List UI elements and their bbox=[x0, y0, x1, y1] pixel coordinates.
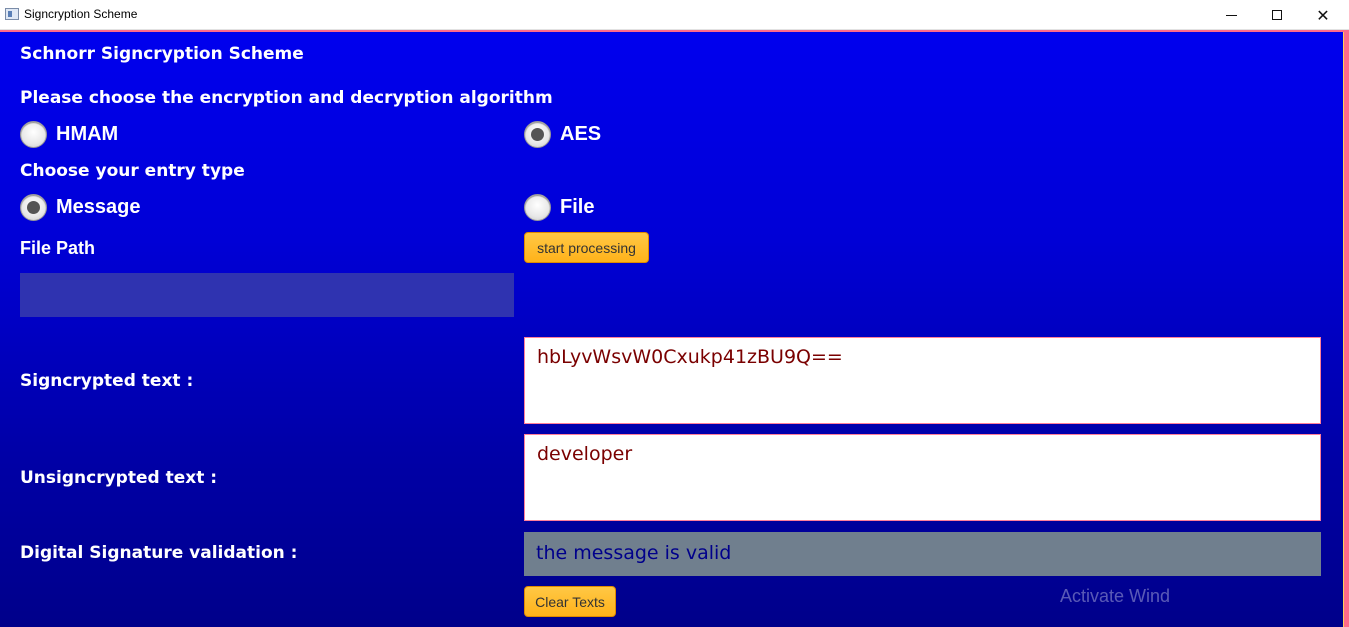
radio-hmam-circle[interactable] bbox=[20, 121, 47, 148]
radio-file-label: File bbox=[560, 196, 595, 218]
activate-windows-watermark: Activate Wind bbox=[1060, 586, 1171, 606]
radio-file[interactable]: File bbox=[524, 194, 594, 221]
validation-label: Digital Signature validation : bbox=[20, 543, 298, 563]
maximize-icon bbox=[1272, 10, 1282, 20]
radio-aes[interactable]: AES bbox=[524, 121, 601, 148]
radio-hmam-label: HMAM bbox=[56, 123, 119, 145]
radio-message-circle[interactable] bbox=[20, 194, 47, 221]
close-button[interactable]: ✕ bbox=[1300, 0, 1346, 30]
window-title: Signcryption Scheme bbox=[24, 7, 138, 21]
maximize-button[interactable] bbox=[1254, 0, 1300, 30]
radio-message-label: Message bbox=[56, 196, 141, 218]
app-icon bbox=[5, 8, 19, 20]
minimize-button[interactable] bbox=[1208, 0, 1254, 30]
signcrypted-label: Signcrypted text : bbox=[20, 371, 194, 391]
radio-file-circle[interactable] bbox=[524, 194, 551, 221]
entry-prompt: Choose your entry type bbox=[20, 161, 245, 181]
algorithm-prompt: Please choose the encryption and decrypt… bbox=[20, 88, 553, 108]
radio-aes-circle[interactable] bbox=[524, 121, 551, 148]
app-panel: Schnorr Signcryption Scheme Please choos… bbox=[0, 30, 1349, 627]
signcrypted-textarea[interactable]: hbLyvWsvW0Cxukp41zBU9Q== bbox=[524, 337, 1321, 424]
file-path-input[interactable] bbox=[20, 273, 514, 317]
radio-aes-label: AES bbox=[560, 123, 602, 145]
start-processing-button[interactable]: start processing bbox=[524, 232, 649, 263]
window-titlebar: Signcryption Scheme ✕ bbox=[0, 0, 1349, 30]
app-heading: Schnorr Signcryption Scheme bbox=[20, 44, 304, 64]
unsigncrypted-label: Unsigncrypted text : bbox=[20, 468, 218, 488]
validation-result-field: the message is valid bbox=[524, 532, 1321, 576]
clear-texts-button[interactable]: Clear Texts bbox=[524, 586, 616, 617]
radio-message[interactable]: Message bbox=[20, 194, 141, 221]
radio-hmam[interactable]: HMAM bbox=[20, 121, 118, 148]
file-path-label: File Path bbox=[20, 238, 96, 258]
minimize-icon bbox=[1225, 14, 1237, 16]
close-icon: ✕ bbox=[1316, 5, 1330, 25]
unsigncrypted-textarea[interactable]: developer bbox=[524, 434, 1321, 521]
